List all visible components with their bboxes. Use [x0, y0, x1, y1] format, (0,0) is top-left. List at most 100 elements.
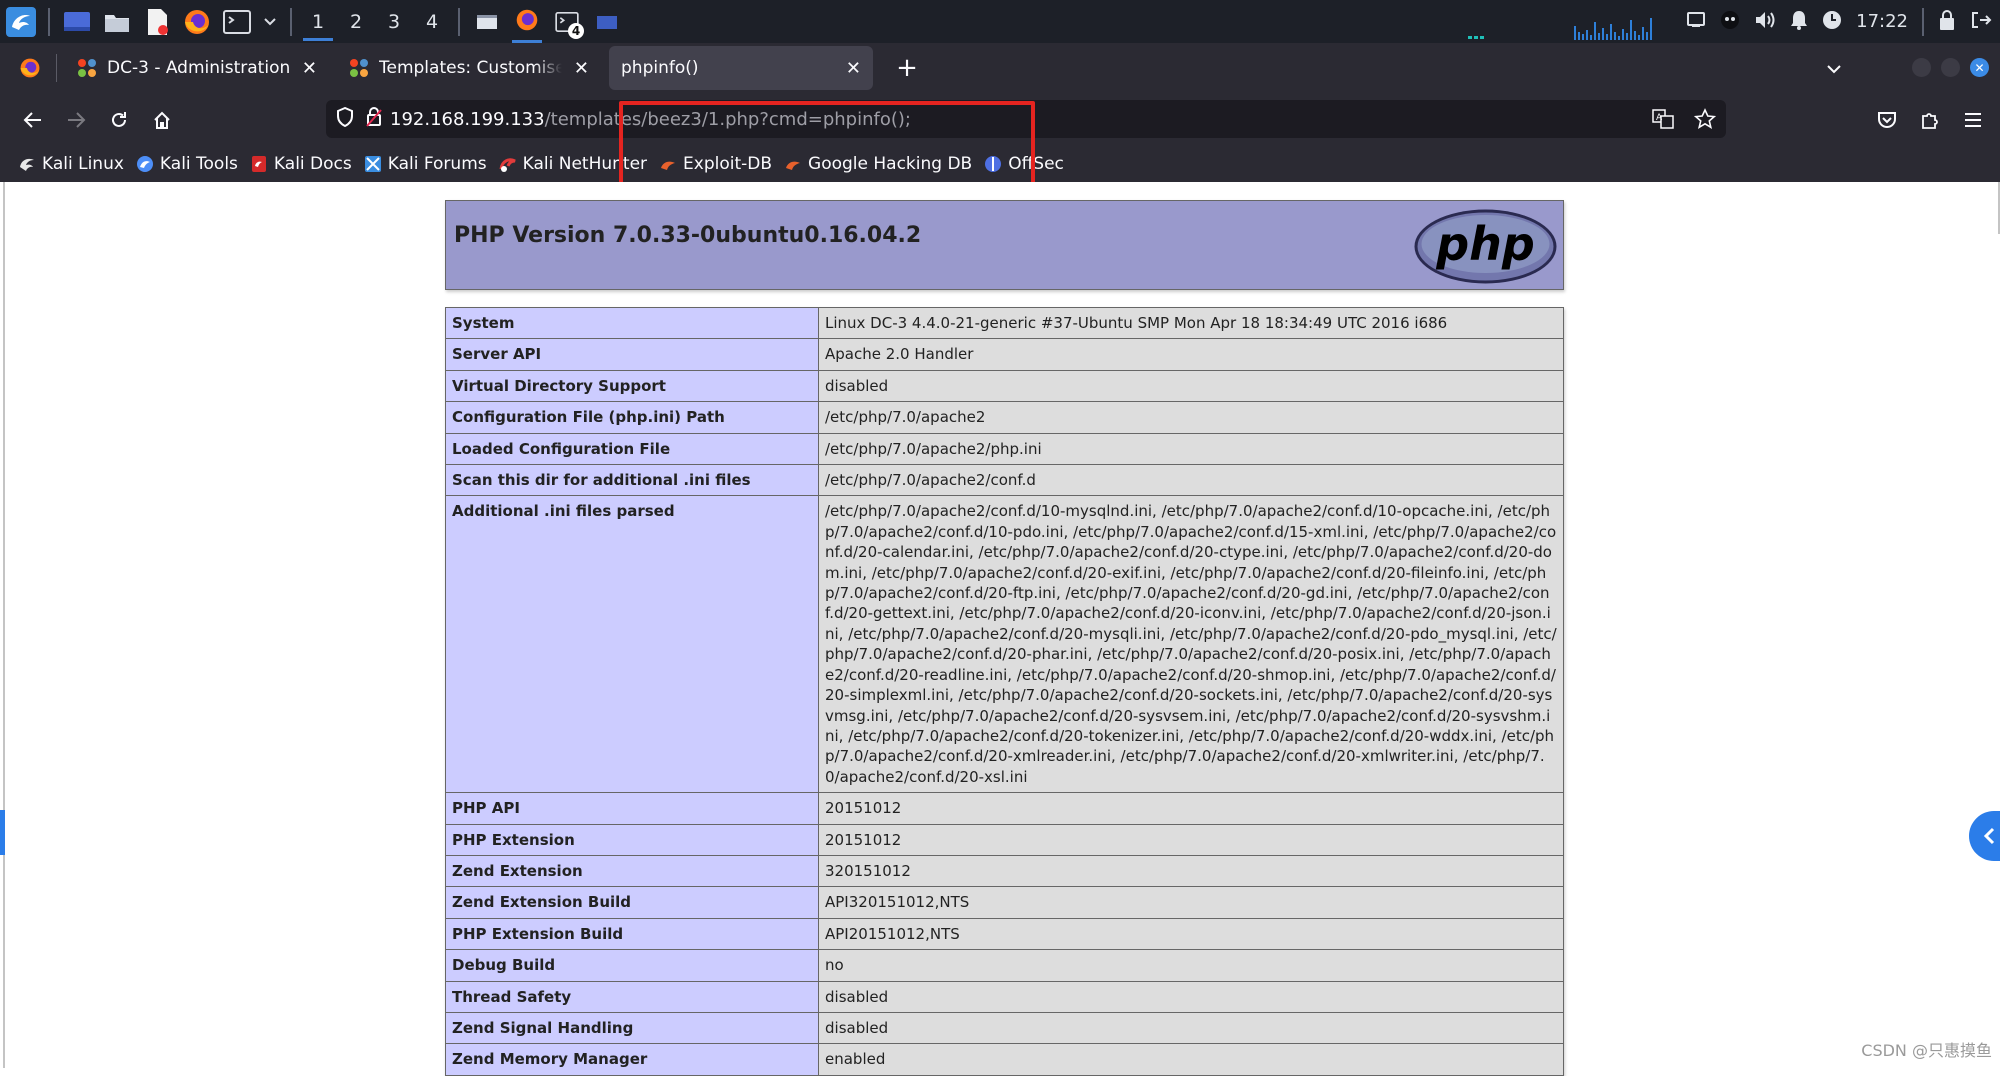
taskbar-separator [1922, 7, 1924, 36]
terminal-window-icon[interactable]: 4 [552, 7, 584, 39]
php-logo-text: php [1435, 217, 1535, 271]
maximize-button[interactable] [1941, 58, 1960, 77]
logout-icon[interactable] [1970, 9, 1992, 35]
tab-templates-customise[interactable]: Templates: Customise (Be ✕ [337, 46, 601, 90]
forward-button[interactable] [55, 99, 97, 141]
firefox-window-icon[interactable] [512, 0, 542, 43]
insecure-lock-icon[interactable] [366, 107, 382, 131]
volume-icon[interactable] [1754, 10, 1776, 34]
folder-window-icon[interactable] [592, 7, 622, 37]
row-key: Zend Signal Handling [445, 1011, 819, 1045]
chevron-down-icon[interactable] [262, 7, 278, 37]
clock[interactable]: 17:22 [1856, 11, 1908, 32]
table-row: Server API Apache 2.0 Handler [445, 338, 1564, 371]
kali-dragon-icon [20, 158, 34, 171]
workspace-1[interactable]: 1 [299, 0, 337, 43]
bookmark-label: Kali Linux [42, 154, 124, 174]
extensions-button[interactable] [1909, 99, 1951, 141]
tab-phpinfo[interactable]: phpinfo() ✕ [609, 46, 873, 90]
tab-dc3-administration[interactable]: DC-3 - Administration ✕ [65, 46, 329, 90]
close-tab-icon[interactable]: ✕ [302, 58, 317, 79]
side-panel-toggle[interactable] [1969, 811, 2000, 861]
close-tab-icon[interactable]: ✕ [846, 58, 861, 79]
url-host: 192.168.199.133 [390, 108, 545, 130]
taskbar-separator [290, 7, 292, 36]
bookmark-label: Kali Tools [159, 154, 238, 174]
nethunter-icon [499, 158, 516, 172]
kali-menu-icon[interactable] [6, 6, 36, 37]
joomla-favicon-icon [350, 59, 368, 77]
show-desktop-icon[interactable] [62, 7, 92, 37]
bookmark-star-icon[interactable] [1693, 108, 1717, 134]
row-value: 20151012 [818, 792, 1564, 825]
tab-title: phpinfo() [621, 58, 699, 78]
lock-screen-icon[interactable] [1938, 9, 1956, 35]
minimize-button[interactable] [1912, 58, 1931, 77]
row-key: Debug Build [445, 949, 819, 982]
translate-icon[interactable]: A [1652, 109, 1674, 133]
bookmark-kali-docs[interactable]: Kali Docs [250, 154, 352, 174]
new-tab-button[interactable]: + [885, 46, 929, 90]
table-row: Loaded Configuration File/etc/php/7.0/ap… [445, 432, 1564, 466]
row-value: /etc/php/7.0/apache2 [818, 401, 1564, 434]
row-key: PHP Extension [445, 823, 819, 856]
file-manager-icon[interactable] [102, 7, 132, 37]
joomla-favicon-icon [78, 59, 96, 77]
network-status-icon[interactable] [1720, 10, 1740, 34]
row-key: Loaded Configuration File [445, 432, 819, 466]
row-value: disabled [818, 369, 1564, 403]
window-icon[interactable] [472, 7, 502, 37]
bookmark-kali-tools[interactable]: Kali Tools [136, 154, 238, 174]
workspace-2[interactable]: 2 [337, 0, 375, 43]
home-button[interactable] [141, 99, 183, 141]
left-edge-marker [0, 810, 5, 855]
reload-icon [112, 111, 126, 127]
bookmark-kali-linux[interactable]: Kali Linux [18, 154, 124, 174]
tab-separator [56, 54, 57, 82]
close-tab-icon[interactable]: ✕ [574, 58, 589, 79]
kali-docs-icon [251, 156, 266, 172]
firefox-launcher-icon[interactable] [182, 7, 212, 37]
back-button[interactable] [12, 99, 54, 141]
window-controls: ✕ [1912, 58, 1989, 77]
reload-button[interactable] [98, 99, 140, 141]
workspace-4[interactable]: 4 [413, 0, 451, 43]
tracking-protection-shield-icon[interactable] [336, 106, 354, 131]
row-key: Zend Memory Manager [445, 1043, 819, 1076]
row-value: Apache 2.0 Handler [818, 338, 1564, 371]
table-row: PHP Extension 20151012 [445, 823, 1564, 856]
toolbar-right [1865, 93, 2000, 146]
text-editor-icon[interactable] [142, 7, 172, 37]
row-value: API320151012,NTS [818, 886, 1564, 919]
row-value: 20151012 [818, 823, 1564, 856]
row-value: no [818, 949, 1564, 982]
close-window-button[interactable]: ✕ [1970, 58, 1989, 77]
hamburger-menu-icon [1965, 112, 1981, 127]
row-value: /etc/php/7.0/apache2/php.ini [818, 432, 1564, 466]
phpinfo-table: System Linux DC-3 4.4.0-21-generic #37-Ub… [445, 306, 1564, 1076]
table-row: Configuration File (php.ini) Path/etc/ph… [445, 401, 1564, 434]
row-value: /etc/php/7.0/apache2/conf.d [818, 464, 1564, 497]
row-key: Server API [445, 338, 819, 371]
table-row: Debug Build no [445, 949, 1564, 982]
row-key: Additional .ini files parsed [445, 495, 819, 794]
table-row: System Linux DC-3 4.4.0-21-generic #37-Ub… [445, 306, 1564, 340]
bookmark-kali-forums[interactable]: Kali Forums [364, 154, 487, 174]
table-row: PHP Extension Build API20151012,NTS [445, 917, 1564, 951]
app-menu-button[interactable] [1952, 99, 1994, 141]
table-row: Thread Safety disabled [445, 980, 1564, 1013]
notification-bell-icon[interactable] [1790, 10, 1808, 34]
pocket-button[interactable] [1866, 99, 1908, 141]
workspace-3[interactable]: 3 [375, 0, 413, 43]
firefox-view-button[interactable] [8, 46, 52, 90]
row-key: System [445, 306, 819, 340]
list-all-tabs-button[interactable] [1814, 49, 1854, 89]
taskbar-separator [458, 7, 460, 36]
table-row: Scan this dir for additional .ini files /… [445, 464, 1564, 497]
screen-icon[interactable] [1686, 11, 1706, 33]
php-logo[interactable]: php [1413, 208, 1558, 285]
left-border [3, 182, 5, 1068]
terminal-launcher-icon[interactable] [222, 7, 252, 37]
taskbar-separator [48, 7, 50, 36]
power-status-icon[interactable] [1822, 10, 1842, 34]
